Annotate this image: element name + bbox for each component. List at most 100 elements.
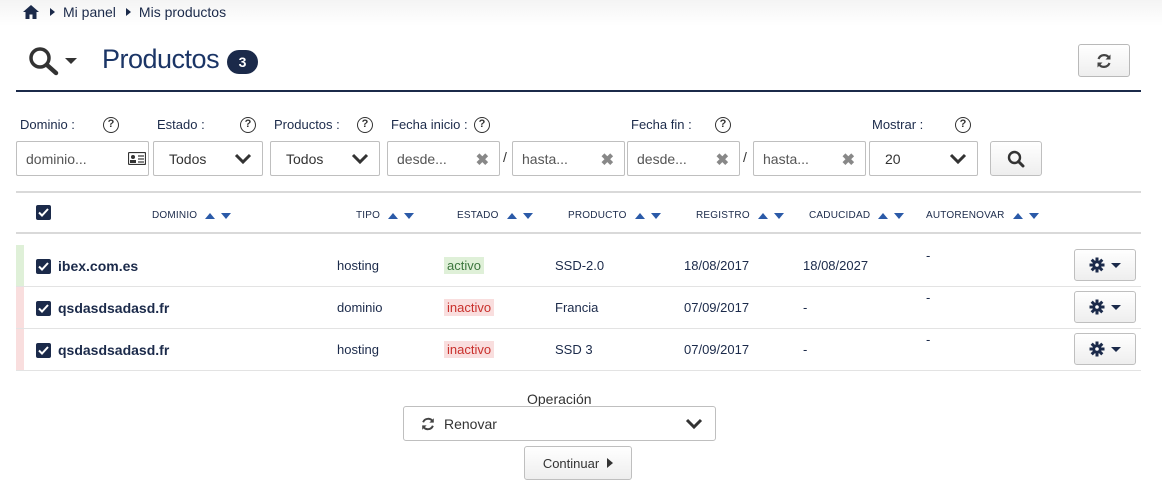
column-header-producto[interactable]: PRODUCTO [568,210,661,221]
chevron-right-icon [50,8,55,16]
refresh-button[interactable] [1078,44,1130,77]
sort-desc-icon[interactable] [404,212,415,219]
help-icon[interactable]: ? [103,117,119,133]
sort-asc-icon[interactable] [388,212,399,219]
sort-control[interactable] [634,212,661,219]
column-header-caducidad[interactable]: CADUCIDAD [809,210,905,221]
filter-search-button[interactable] [990,141,1042,176]
sort-desc-icon[interactable] [773,212,784,219]
gear-icon [1089,257,1105,273]
status-stripe-inactivo [16,329,24,370]
domain-link[interactable]: qsdasdsadasd.fr [58,300,169,316]
help-icon[interactable]: ? [474,117,490,133]
sort-control[interactable] [388,212,415,219]
status-badge: inactivo [444,341,495,358]
caret-down-icon [1111,346,1121,352]
sort-desc-icon[interactable] [221,212,232,219]
breadcrumb-mi-panel[interactable]: Mi panel [63,4,116,20]
column-label: REGISTRO [696,210,750,221]
gear-icon [1089,341,1105,357]
producto-cell: SSD-2.0 [555,258,605,273]
clear-icon[interactable]: ✖ [476,150,489,170]
status-stripe-inactivo [16,287,24,328]
sort-desc-icon[interactable] [1028,212,1039,219]
sort-control[interactable] [506,212,533,219]
column-label: CADUCIDAD [809,210,871,221]
sort-desc-icon[interactable] [894,212,905,219]
column-header-autorenovar[interactable]: AUTORENOVAR [926,210,1039,221]
estado-select[interactable]: Todos [153,141,263,176]
row-actions-button[interactable] [1074,249,1136,281]
check-icon [38,262,49,271]
caducidad-cell: - [803,300,808,315]
sort-asc-icon[interactable] [506,212,517,219]
help-icon[interactable]: ? [240,117,256,133]
column-label: AUTORENOVAR [926,210,1005,221]
fecha-fin-desde-input[interactable]: desde... ✖ [627,141,740,176]
table-row[interactable]: qsdasdsadasd.fr hosting inactivo SSD 3 0… [16,329,1141,371]
row-actions-button[interactable] [1074,291,1136,323]
sort-asc-icon[interactable] [757,212,768,219]
page-header: Productos 3 [16,40,1141,92]
sort-desc-icon[interactable] [650,212,661,219]
table-row[interactable]: ibex.com.es hosting activo SSD-2.0 18/08… [16,245,1141,287]
mostrar-select[interactable]: 20 [869,141,978,176]
registro-cell: 07/09/2017 [684,342,750,357]
fecha-fin-hasta-placeholder: hasta... [763,150,809,167]
sort-desc-icon[interactable] [522,212,533,219]
sort-control[interactable] [757,212,784,219]
column-label: PRODUCTO [568,210,627,221]
sort-asc-icon[interactable] [1012,212,1023,219]
sort-asc-icon[interactable] [878,212,889,219]
sort-control[interactable] [1012,212,1039,219]
clear-icon[interactable]: ✖ [601,150,614,170]
column-header-registro[interactable]: REGISTRO [696,210,784,221]
sort-control[interactable] [205,212,232,219]
caducidad-cell: - [803,342,808,357]
clear-icon[interactable]: ✖ [842,150,855,170]
select-all-checkbox[interactable] [36,205,51,220]
domain-link[interactable]: qsdasdsadasd.fr [58,342,169,358]
continue-button[interactable]: Continuar [524,446,632,480]
operation-select[interactable]: Renovar [403,406,716,441]
column-header-estado[interactable]: ESTADO [457,210,533,221]
help-icon[interactable]: ? [955,117,971,133]
top-bar: Mi panel Mis productos [0,0,1162,26]
operation-value: Renovar [444,415,497,432]
producto-cell: Francia [555,300,599,315]
row-checkbox[interactable] [36,343,51,358]
chevron-down-icon [685,418,703,430]
check-icon [38,304,49,313]
fecha-inicio-hasta-input[interactable]: hasta... ✖ [512,141,625,176]
search-toggle-button[interactable] [28,46,78,76]
productos-select[interactable]: Todos [270,141,380,176]
sort-asc-icon[interactable] [634,212,645,219]
fecha-fin-hasta-input[interactable]: hasta... ✖ [753,141,866,176]
table-header: DOMINIO TIPO ESTADO PRODUCTO REGISTRO CA… [16,191,1141,234]
breadcrumb: Mi panel Mis productos [22,4,226,20]
date-separator: / [503,149,507,165]
sort-asc-icon[interactable] [205,212,216,219]
domain-link[interactable]: ibex.com.es [58,258,138,274]
dominio-input[interactable]: dominio... [16,141,149,176]
caret-down-icon [1111,262,1121,268]
column-label: TIPO [356,210,381,221]
row-checkbox[interactable] [36,301,51,316]
breadcrumb-mis-productos[interactable]: Mis productos [139,4,226,20]
help-icon[interactable]: ? [357,117,373,133]
search-icon [29,47,59,76]
column-header-tipo[interactable]: TIPO [356,210,415,221]
autorenovar-cell: - [926,290,931,305]
help-icon[interactable]: ? [715,117,731,133]
caret-down-icon [65,58,77,64]
table-row[interactable]: qsdasdsadasd.fr dominio inactivo Francia… [16,287,1141,329]
continue-label: Continuar [542,455,600,471]
status-badge: inactivo [444,299,495,316]
sort-control[interactable] [878,212,905,219]
clear-icon[interactable]: ✖ [716,150,729,170]
column-header-dominio[interactable]: DOMINIO [152,210,232,221]
home-icon[interactable] [22,4,40,20]
row-checkbox[interactable] [36,259,51,274]
row-actions-button[interactable] [1074,333,1136,365]
fecha-inicio-desde-input[interactable]: desde... ✖ [387,141,500,176]
